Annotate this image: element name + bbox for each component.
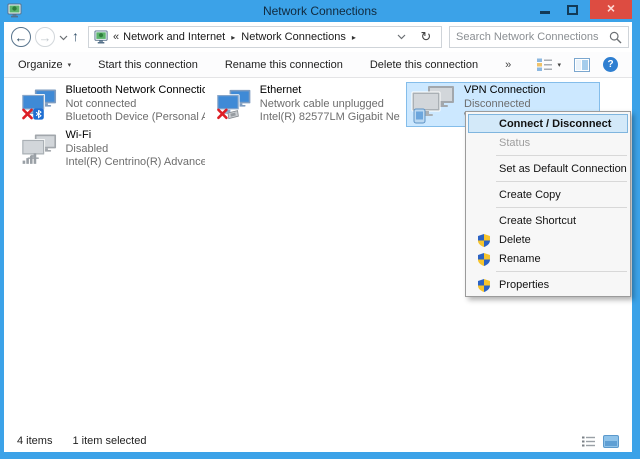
start-connection-button[interactable]: Start this connection <box>98 59 198 71</box>
vpn-device-badge-icon <box>414 109 425 123</box>
back-icon: ← <box>15 31 28 44</box>
breadcrumb-network-and-internet[interactable]: Network and Internet <box>123 31 225 43</box>
address-dropdown-chevron-icon[interactable] <box>397 34 406 40</box>
menu-separator <box>496 271 627 272</box>
refresh-icon: ↻ <box>421 29 432 45</box>
ethernet-connection-icon <box>216 86 253 124</box>
bluetooth-connection-icon <box>21 86 58 124</box>
connection-status: Not connected <box>65 98 205 112</box>
breadcrumb[interactable]: « Network and Internet ▸ Network Connect… <box>88 26 412 48</box>
forward-button: → <box>35 27 55 47</box>
vpn-connection-icon <box>411 86 457 124</box>
menu-separator <box>496 181 627 182</box>
menu-separator <box>496 155 627 156</box>
menu-item-label: Rename <box>499 253 541 265</box>
details-view-icon[interactable] <box>581 435 596 448</box>
maximize-icon[interactable] <box>567 5 578 15</box>
connection-item-bluetooth[interactable]: Bluetooth Network Connection Not connect… <box>16 82 210 127</box>
help-button[interactable]: ? <box>603 57 618 72</box>
menu-item-delete[interactable]: Delete <box>468 230 628 249</box>
connection-device: Intel(R) Centrino(R) Advanced-N ... <box>65 156 205 170</box>
breadcrumb-separator-icon[interactable]: ▸ <box>350 33 358 42</box>
connection-item-wifi[interactable]: Wi-Fi Disabled Intel(R) Centrino(R) Adva… <box>16 127 210 172</box>
uac-shield-icon <box>477 233 491 248</box>
connection-name: Bluetooth Network Connection <box>65 84 205 98</box>
change-view-dropdown-icon: ▾ <box>557 61 561 69</box>
toolbar-overflow-button[interactable]: » <box>505 59 511 71</box>
status-bar: 4 items 1 item selected <box>4 430 632 452</box>
connection-name: Ethernet <box>260 84 400 98</box>
refresh-button[interactable]: ↻ <box>411 26 442 48</box>
items-count: 4 items <box>17 435 52 447</box>
organize-button[interactable]: Organize ▾ <box>18 59 71 71</box>
address-bar-row: ← → ↑ « Network and Internet <box>4 22 632 52</box>
selection-count: 1 item selected <box>72 435 146 447</box>
connection-text: Bluetooth Network Connection Not connect… <box>65 84 205 125</box>
toolbar-right-group: ▾ ? <box>536 57 618 72</box>
menu-item-label: Properties <box>499 279 549 291</box>
organize-dropdown-icon: ▾ <box>68 61 72 69</box>
connection-device: Bluetooth Device (Personal Area ... <box>65 111 205 125</box>
menu-item-label: Set as Default Connection <box>499 163 627 175</box>
connection-status: Disconnected <box>464 98 545 112</box>
menu-item-set-default[interactable]: Set as Default Connection <box>468 159 628 178</box>
search-input[interactable] <box>456 31 609 43</box>
network-connections-window: Network Connections × ← → ↑ <box>0 0 640 459</box>
rename-connection-button[interactable]: Rename this connection <box>225 59 343 71</box>
menu-item-label: Create Shortcut <box>499 215 576 227</box>
uac-shield-icon <box>477 278 491 293</box>
breadcrumb-network-connections[interactable]: Network Connections <box>241 31 346 43</box>
menu-item-create-copy[interactable]: Create Copy <box>468 185 628 204</box>
up-button[interactable]: ↑ <box>72 28 79 44</box>
breadcrumb-overflow[interactable]: « <box>113 31 119 43</box>
context-menu: Connect / Disconnect Status Set as Defau… <box>465 111 631 297</box>
menu-item-rename[interactable]: Rename <box>468 249 628 268</box>
forward-icon: → <box>39 31 52 44</box>
location-icon <box>94 30 109 45</box>
menu-item-properties[interactable]: Properties <box>468 275 628 294</box>
connection-name: VPN Connection <box>464 84 545 98</box>
change-view-button[interactable]: ▾ <box>536 57 561 72</box>
menu-item-status: Status <box>468 133 628 152</box>
menu-separator <box>496 207 627 208</box>
connection-device: Intel(R) 82577LM Gigabit Network... <box>260 111 400 125</box>
up-icon: ↑ <box>72 28 79 44</box>
status-bar-view-toggles <box>581 435 619 448</box>
menu-item-connect-disconnect[interactable]: Connect / Disconnect <box>468 114 628 133</box>
command-bar: Organize ▾ Start this connection Rename … <box>4 52 632 78</box>
large-icons-view-icon[interactable] <box>603 435 619 448</box>
close-icon[interactable]: × <box>590 0 632 19</box>
view-list-icon <box>536 57 553 72</box>
connection-item-ethernet[interactable]: Ethernet Network cable unplugged Intel(R… <box>211 82 405 127</box>
menu-item-label: Connect / Disconnect <box>499 118 611 130</box>
menu-item-label: Status <box>499 137 530 149</box>
delete-connection-button[interactable]: Delete this connection <box>370 59 478 71</box>
title-bar: Network Connections × <box>0 0 640 22</box>
organize-label: Organize <box>18 59 63 71</box>
help-icon: ? <box>607 59 613 70</box>
search-box[interactable] <box>449 26 629 48</box>
preview-pane-icon[interactable] <box>574 58 590 72</box>
menu-item-create-shortcut[interactable]: Create Shortcut <box>468 211 628 230</box>
connection-text: Wi-Fi Disabled Intel(R) Centrino(R) Adva… <box>65 129 205 170</box>
wifi-connection-icon <box>21 131 58 169</box>
uac-shield-icon <box>477 252 491 267</box>
connection-status: Network cable unplugged <box>260 98 400 112</box>
search-icon[interactable] <box>609 31 622 44</box>
menu-item-label: Create Copy <box>499 189 561 201</box>
client-area: ← → ↑ « Network and Internet <box>4 22 632 452</box>
menu-item-label: Delete <box>499 234 531 246</box>
recent-pages-chevron-icon[interactable] <box>59 35 68 41</box>
breadcrumb-separator-icon[interactable]: ▸ <box>229 33 237 42</box>
connection-text: Ethernet Network cable unplugged Intel(R… <box>260 84 400 125</box>
back-button[interactable]: ← <box>11 27 31 47</box>
connection-name: Wi-Fi <box>65 129 205 143</box>
minimize-icon[interactable] <box>540 11 550 14</box>
connection-status: Disabled <box>65 143 205 157</box>
